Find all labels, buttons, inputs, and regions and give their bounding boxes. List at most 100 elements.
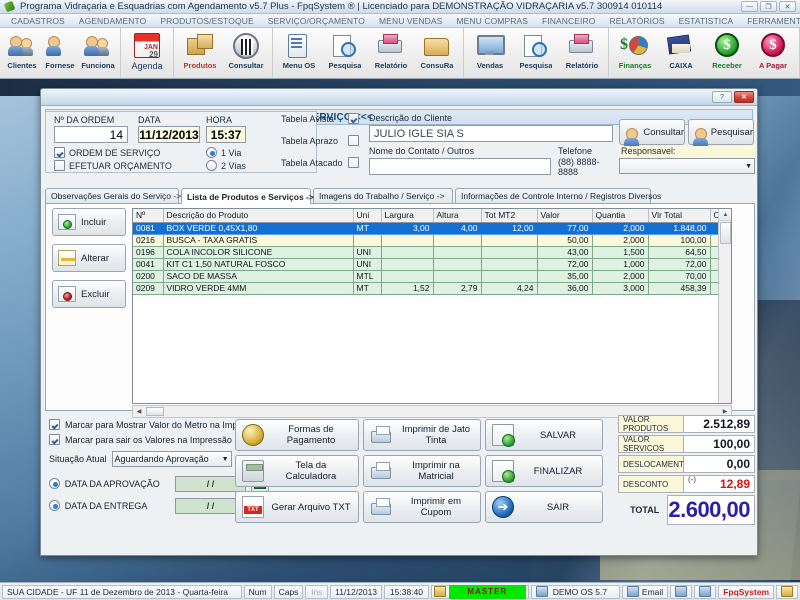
tab-lista-produtos[interactable]: Lista de Produtos e Serviços -> <box>181 188 311 204</box>
col-uni[interactable]: Uni <box>353 209 381 222</box>
toolbar-button-caixa[interactable]: CAIXA <box>658 29 704 77</box>
finalizar-button[interactable]: FINALIZAR <box>485 455 603 487</box>
checkbox-box[interactable] <box>54 160 65 171</box>
alterar-button[interactable]: Alterar <box>52 244 126 272</box>
table-row[interactable]: 0200 SACO DE MASSA MTL 35,00 2,000 70,00 <box>133 270 731 282</box>
status-email[interactable]: Email <box>622 585 668 599</box>
checkbox-efetuar-orcamento[interactable]: EFETUAR ORÇAMENTO <box>54 160 172 171</box>
menu-item-ferramentas[interactable]: FERRAMENTAS <box>740 16 800 26</box>
excluir-button[interactable]: Excluir <box>52 280 126 308</box>
col-numero[interactable]: Nº <box>133 209 163 222</box>
tab-informacoes[interactable]: Informações de Controle Interno / Regist… <box>455 188 651 203</box>
toolbar-button-fornecedores[interactable]: Fornese <box>41 29 79 77</box>
menu-item-relatorios[interactable]: RELATÓRIOS <box>602 16 671 26</box>
col-vlr-total[interactable]: Vlr Total <box>648 209 710 222</box>
status-app-icon-panel[interactable] <box>776 585 798 599</box>
status-print-icon-panel[interactable] <box>670 585 692 599</box>
menu-item-servico-orcamento[interactable]: SERVIÇO/ORÇAMENTO <box>261 16 372 26</box>
toolbar-button-agenda[interactable]: JAN 29 Agenda <box>124 29 170 77</box>
checkbox-box[interactable] <box>348 113 359 124</box>
toolbar-button-consultar-produto[interactable]: Consultar <box>223 29 269 77</box>
menu-item-agendamento[interactable]: AGENDAMENTO <box>72 16 154 26</box>
form-close-button[interactable]: ✕ <box>734 91 754 103</box>
menu-item-estatistica[interactable]: ESTATISTICA <box>672 16 741 26</box>
radio-data-entrega[interactable] <box>49 500 60 511</box>
col-largura[interactable]: Largura <box>381 209 433 222</box>
radio-data-aprovacao[interactable] <box>49 478 60 489</box>
order-no-field[interactable]: 14 <box>54 126 128 143</box>
products-grid[interactable]: Nº Descrição do Produto Uni Largura Altu… <box>132 208 732 404</box>
consultar-button[interactable]: Consultar <box>619 119 685 145</box>
imprimir-jato-tinta-button[interactable]: Imprimir de Jato Tinta <box>363 419 481 451</box>
checkbox-box[interactable] <box>348 157 359 168</box>
table-row[interactable]: 0196 COLA INCOLOR SILICONE UNI 43,00 1,5… <box>133 246 731 258</box>
toolbar-button-relatorio-os[interactable]: Relatório <box>368 29 414 77</box>
table-row[interactable]: 0081 BOX VERDE 0,45X1,80 MT 3,00 4,00 12… <box>133 222 731 234</box>
date-field[interactable]: 11/12/2013 <box>138 126 200 143</box>
checkbox-box[interactable] <box>49 434 60 445</box>
tela-calculadora-button[interactable]: Tela da Calculadora <box>235 455 359 487</box>
col-tot-mt2[interactable]: Tot MT2 <box>481 209 537 222</box>
client-name-field[interactable]: JULIO IGLE SIA S <box>369 125 613 142</box>
toolbar-button-a-pagar[interactable]: $ A Pagar <box>750 29 796 77</box>
incluir-button[interactable]: Incluir <box>52 208 126 236</box>
tab-observacoes[interactable]: Observações Gerais do Serviço -> <box>45 188 179 203</box>
status-net-icon-panel[interactable] <box>694 585 716 599</box>
checkbox-tabela-avista[interactable]: Tabela Avista <box>281 113 359 124</box>
col-valor[interactable]: Valor <box>537 209 592 222</box>
toolbar-button-pesquisa-vendas[interactable]: Pesquisa <box>513 29 559 77</box>
radio-circle[interactable] <box>206 147 217 158</box>
imprimir-cupom-button[interactable]: Imprimir em Cupom <box>363 491 481 523</box>
menu-item-menu-vendas[interactable]: MENU VENDAS <box>372 16 449 26</box>
toolbar-button-funcionarios[interactable]: Funciona <box>79 29 117 77</box>
gerar-arquivo-txt-button[interactable]: Gerar Arquivo TXT <box>235 491 359 523</box>
toolbar-button-menu-os[interactable]: Menu OS <box>276 29 322 77</box>
col-quantia[interactable]: Quantia <box>592 209 648 222</box>
table-row[interactable]: 0209 VIDRO VERDE 4MM MT 1,52 2,79 4,24 3… <box>133 282 731 294</box>
situacao-select[interactable]: Aguardando Aprovação ▼ <box>112 451 232 467</box>
menu-item-produtos-estoque[interactable]: PRODUTOS/ESTOQUE <box>153 16 260 26</box>
toolbar-button-receber[interactable]: $ Receber <box>704 29 750 77</box>
col-altura[interactable]: Altura <box>433 209 481 222</box>
responsible-select[interactable]: ▼ <box>619 158 755 174</box>
toolbar-button-pesquisa-os[interactable]: Pesquisa <box>322 29 368 77</box>
checkbox-tabela-aprazo[interactable]: Tabela Aprazo <box>281 135 359 146</box>
toolbar-button-produtos[interactable]: Produtos <box>177 29 223 77</box>
checkbox-ordem-servico[interactable]: ORDEM DE SERVIÇO <box>54 147 160 158</box>
toolbar-button-consulta-os[interactable]: ConsuRa <box>414 29 460 77</box>
menu-item-cadastros[interactable]: CADASTROS <box>4 16 72 26</box>
radio-circle[interactable] <box>206 160 217 171</box>
radio-2-vias[interactable]: 2 Vias <box>206 160 246 171</box>
sair-button[interactable]: ➔ SAIR <box>485 491 603 523</box>
tab-imagens[interactable]: Imagens do Trabalho / Serviço -> <box>313 188 453 203</box>
time-field[interactable]: 15:37 <box>206 126 246 143</box>
checkbox-box[interactable] <box>54 147 65 158</box>
contact-field[interactable] <box>369 158 551 175</box>
toolbar-button-clientes[interactable]: Clientes <box>3 29 41 77</box>
scroll-up-icon[interactable]: ▲ <box>719 209 732 221</box>
cell-largura: 1,52 <box>381 282 433 294</box>
restore-button[interactable]: ❐ <box>760 1 777 12</box>
toolbar-button-financas[interactable]: $ Finanças <box>612 29 658 77</box>
grid-vertical-scrollbar[interactable]: ▲ ▼ <box>718 209 731 403</box>
toolbar-button-vendas[interactable]: Vendas <box>467 29 513 77</box>
menu-item-financeiro[interactable]: FINANCEIRO <box>535 16 602 26</box>
checkbox-box[interactable] <box>49 419 60 430</box>
add-green-icon <box>58 214 76 230</box>
checkbox-box[interactable] <box>348 135 359 146</box>
radio-1-via[interactable]: 1 Via <box>206 147 241 158</box>
table-row[interactable]: 0041 KIT C1 1,50 NATURAL FOSCO UNI 72,00… <box>133 258 731 270</box>
checkbox-tabela-atacado[interactable]: Tabela Atacado <box>281 157 359 168</box>
menu-item-menu-compras[interactable]: MENU COMPRAS <box>449 16 535 26</box>
table-row[interactable]: 0216 BUSCA - TAXA GRATIS 50,00 2,000 100… <box>133 234 731 246</box>
minimize-button[interactable]: — <box>741 1 758 12</box>
imprimir-matricial-button[interactable]: Imprimir na Matricial <box>363 455 481 487</box>
toolbar-button-relatorio-vendas[interactable]: Relatório <box>559 29 605 77</box>
pesquisar-button[interactable]: Pesquisar <box>688 119 754 145</box>
formas-pagamento-button[interactable]: Formas de Pagamento <box>235 419 359 451</box>
col-descricao[interactable]: Descrição do Produto <box>163 209 353 222</box>
salvar-button[interactable]: SALVAR <box>485 419 603 451</box>
close-button[interactable]: ✕ <box>779 1 796 12</box>
scroll-thumb[interactable] <box>720 222 731 244</box>
help-button[interactable]: ? <box>712 91 732 103</box>
